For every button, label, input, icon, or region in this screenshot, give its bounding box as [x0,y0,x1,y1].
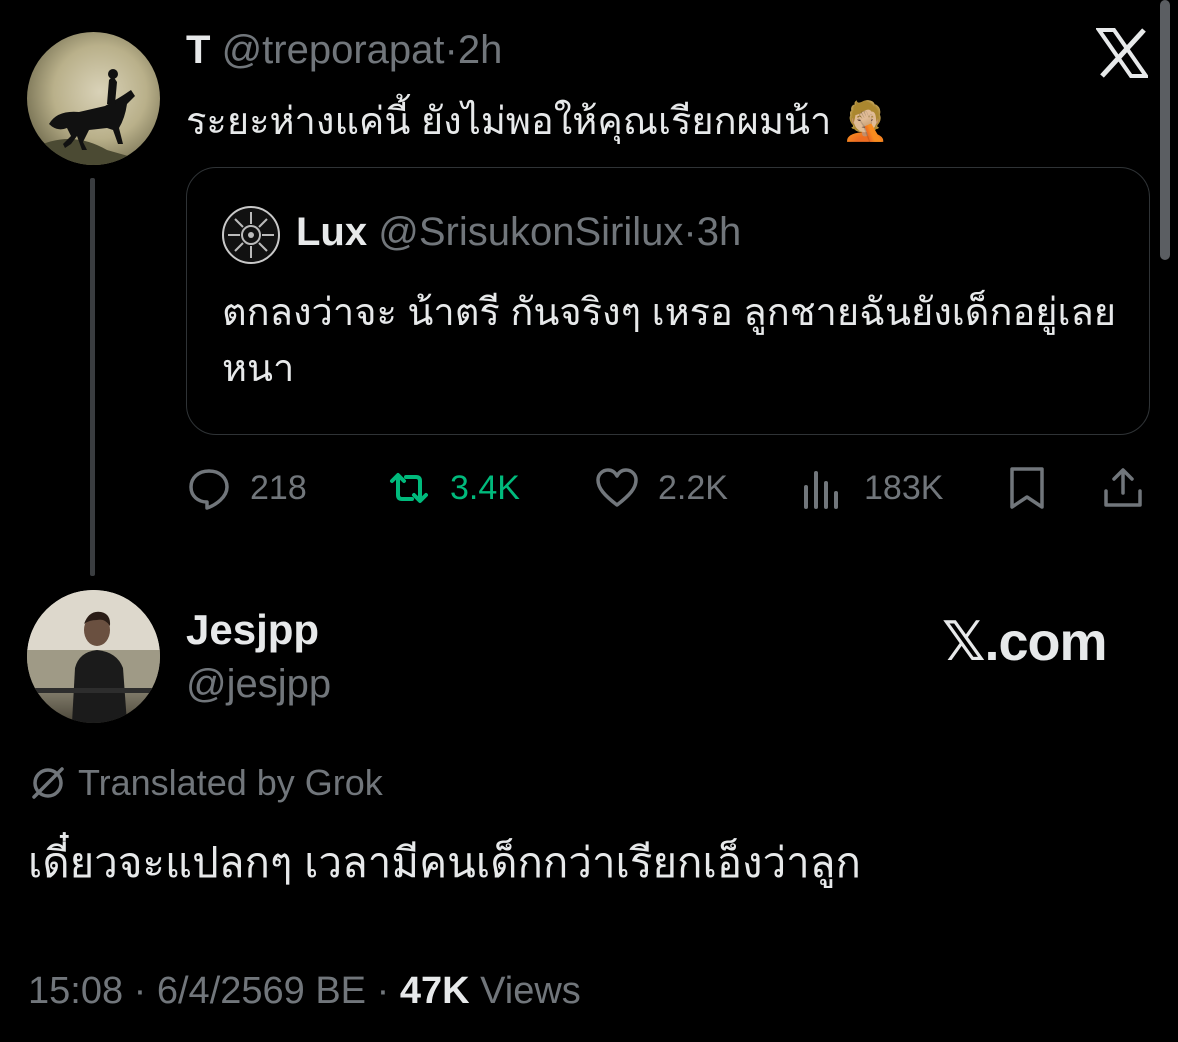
parent-handle[interactable]: @treporapat [222,28,445,72]
bookmark-icon [1010,467,1044,509]
tweet-footer: 15:08 · 6/4/2569 BE · 47K Views [28,970,581,1013]
main-tweet-text: เดี๋ยวจะแปลกๆ เวลามีคนเด็กกว่าเรียกเอ็งว… [28,839,861,886]
quoted-handle[interactable]: @SrisukonSirilux [378,210,683,254]
translated-label[interactable]: Translated by Grok [28,762,383,804]
person-photo [27,590,160,723]
views-total: 47K [399,970,470,1012]
horse-rider-silhouette [27,69,160,165]
views-icon [804,471,838,509]
quoted-time[interactable]: 3h [697,210,742,254]
repost-count: 3.4K [450,468,520,507]
main-handle[interactable]: @jesjpp [186,662,331,707]
avatar-jesjpp[interactable] [27,590,160,723]
timestamp[interactable]: 15:08 · 6/4/2569 BE · [28,970,389,1012]
views-count: 183K [864,468,944,507]
translated-text: Translated by Grok [78,762,383,803]
parent-tweet-text: ระยะห่างแค่นี้ ยังไม่พอให้คุณเรียกผมน้า [186,101,832,143]
reply-count: 218 [250,468,307,507]
facepalm-emoji: 🤦🏼 [841,101,890,143]
translate-icon [32,767,64,799]
share-button[interactable] [1100,462,1164,514]
quoted-display-name[interactable]: Lux [296,210,367,254]
like-icon [596,468,638,507]
parent-tweet-header: T @treporapat·2h [186,28,502,73]
repost-button[interactable]: 3.4K [386,462,520,514]
avatar-treporapat[interactable] [27,32,160,165]
x-logo-icon [1095,28,1150,78]
x-com-brand: 𝕏.com [942,612,1108,672]
quoted-separator: · [683,210,697,254]
main-display-name[interactable]: Jesjpp [186,606,319,654]
reply-button[interactable]: 218 [186,462,307,514]
parent-separator: · [444,28,458,72]
quoted-tweet-text: ตกลงว่าจะ น้าตรี กันจริงๆ เหรอ ลูกชายฉัน… [222,292,1117,390]
views-button[interactable]: 183K [800,462,943,514]
reply-icon [189,469,229,510]
bookmark-button[interactable] [1004,462,1068,514]
share-icon [1104,468,1142,507]
emblem-icon [228,212,274,258]
thread-line [90,178,95,576]
repost-icon [390,473,428,503]
parent-tweet-text-row: ระยะห่างแค่นี้ ยังไม่พอให้คุณเรียกผมน้า … [186,90,889,151]
avatar-lux[interactable] [222,206,280,264]
parent-time[interactable]: 2h [458,28,503,72]
like-count: 2.2K [658,468,728,507]
quoted-tweet-header: Lux @SrisukonSirilux·3h [296,210,741,255]
parent-display-name[interactable]: T [186,28,210,72]
scrollbar[interactable] [1160,0,1170,260]
like-button[interactable]: 2.2K [594,462,728,514]
views-label: Views [480,970,581,1012]
